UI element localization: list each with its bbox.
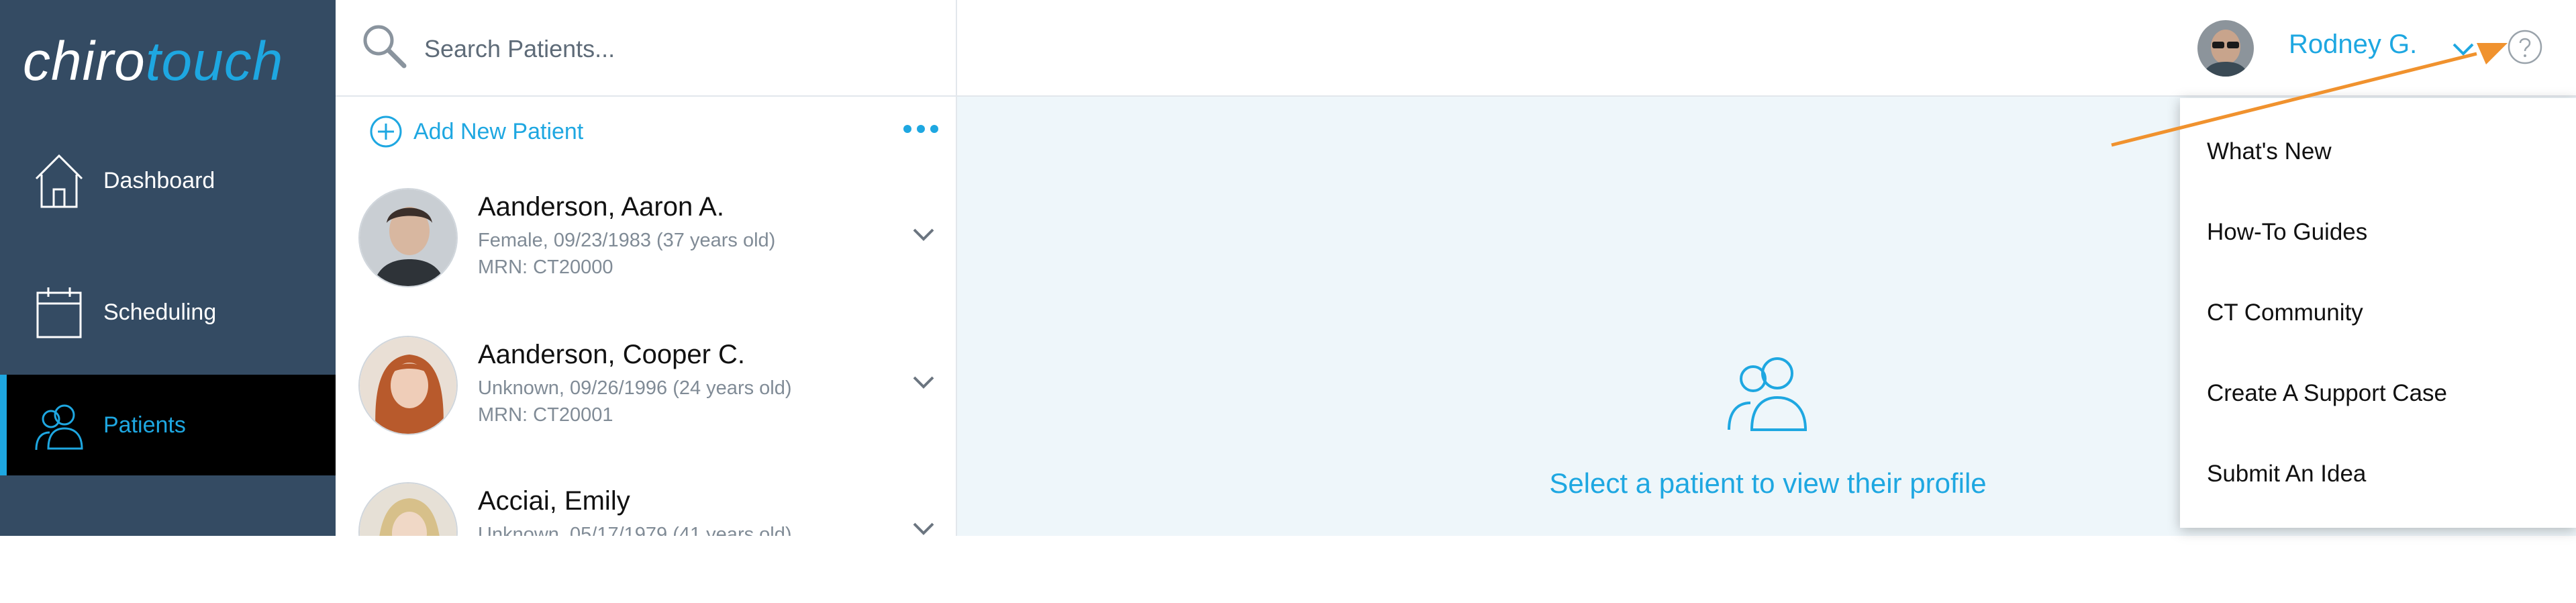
sidebar-item-patients[interactable]: Patients (0, 375, 336, 475)
chevron-down-icon[interactable] (911, 226, 936, 243)
chirotouch-logo: chirotouch (23, 28, 318, 95)
sidebar: chirotouch Dashboard Scheduling Patients (0, 0, 336, 583)
chevron-down-icon[interactable] (911, 373, 936, 391)
logo-text-chiro: chiro (23, 31, 146, 92)
patient-mrn: MRN: CT20001 (478, 404, 613, 426)
menu-item-whats-new[interactable]: What's New (2207, 138, 2332, 165)
patient-name: Acciai, Emily (478, 486, 630, 516)
sidebar-item-more[interactable] (0, 502, 336, 603)
add-circle-icon (370, 115, 402, 148)
document-icon (50, 544, 71, 583)
patients-icon (35, 404, 83, 451)
menu-item-ct-community[interactable]: CT Community (2207, 299, 2363, 326)
patient-name: Aanderson, Cooper C. (478, 340, 746, 369)
home-icon (35, 154, 83, 208)
empty-state-message: Select a patient to view their profile (1549, 467, 1987, 499)
patient-mrn: MRN: CT20000 (478, 257, 613, 278)
add-new-patient-button[interactable]: Add New Patient (369, 113, 583, 150)
sidebar-item-label: Patients (103, 412, 186, 438)
patient-list-item[interactable]: Acciai, Emily Unknown, 05/17/1979 (41 ye… (336, 482, 956, 536)
patient-avatar (358, 482, 458, 536)
chevron-down-icon[interactable] (911, 520, 936, 536)
sidebar-item-dashboard[interactable]: Dashboard (0, 130, 336, 231)
user-avatar[interactable] (2197, 20, 2254, 77)
patient-list-item[interactable]: Aanderson, Aaron A. Female, 09/23/1983 (… (336, 188, 956, 336)
menu-item-create-support-case[interactable]: Create A Support Case (2207, 380, 2447, 407)
patient-details: Unknown, 05/17/1979 (41 years old) (478, 524, 792, 536)
sidebar-item-scheduling[interactable]: Scheduling (0, 262, 336, 363)
patient-list-panel: Add New Patient Aanderson, Aaron A. Fema… (336, 0, 957, 536)
search-input[interactable] (423, 27, 895, 71)
patient-details: Female, 09/23/1983 (37 years old) (478, 230, 776, 251)
add-new-patient-label: Add New Patient (413, 118, 584, 144)
help-icon[interactable] (2506, 28, 2544, 66)
patient-avatar (358, 188, 458, 287)
search-bar (336, 0, 956, 97)
sidebar-item-label: Dashboard (103, 167, 215, 193)
logo-text-touch: touch (145, 31, 284, 92)
menu-item-how-to-guides[interactable]: How-To Guides (2207, 219, 2367, 246)
patient-avatar (358, 336, 458, 435)
search-icon (363, 25, 407, 68)
chevron-down-icon[interactable] (2451, 40, 2475, 58)
menu-item-submit-idea[interactable]: Submit An Idea (2207, 461, 2366, 488)
patient-details: Unknown, 09/26/1996 (24 years old) (478, 377, 792, 399)
calendar-icon (36, 287, 82, 338)
user-name[interactable]: Rodney G. (2289, 30, 2417, 60)
sidebar-item-label: Scheduling (103, 299, 217, 325)
help-dropdown-menu: What's New How-To Guides CT Community Cr… (2180, 98, 2576, 528)
patient-list-item[interactable]: Aanderson, Cooper C. Unknown, 09/26/1996… (336, 336, 956, 483)
patients-icon (1728, 357, 1807, 431)
patient-name: Aanderson, Aaron A. (478, 192, 724, 222)
more-options-icon[interactable] (902, 121, 940, 137)
